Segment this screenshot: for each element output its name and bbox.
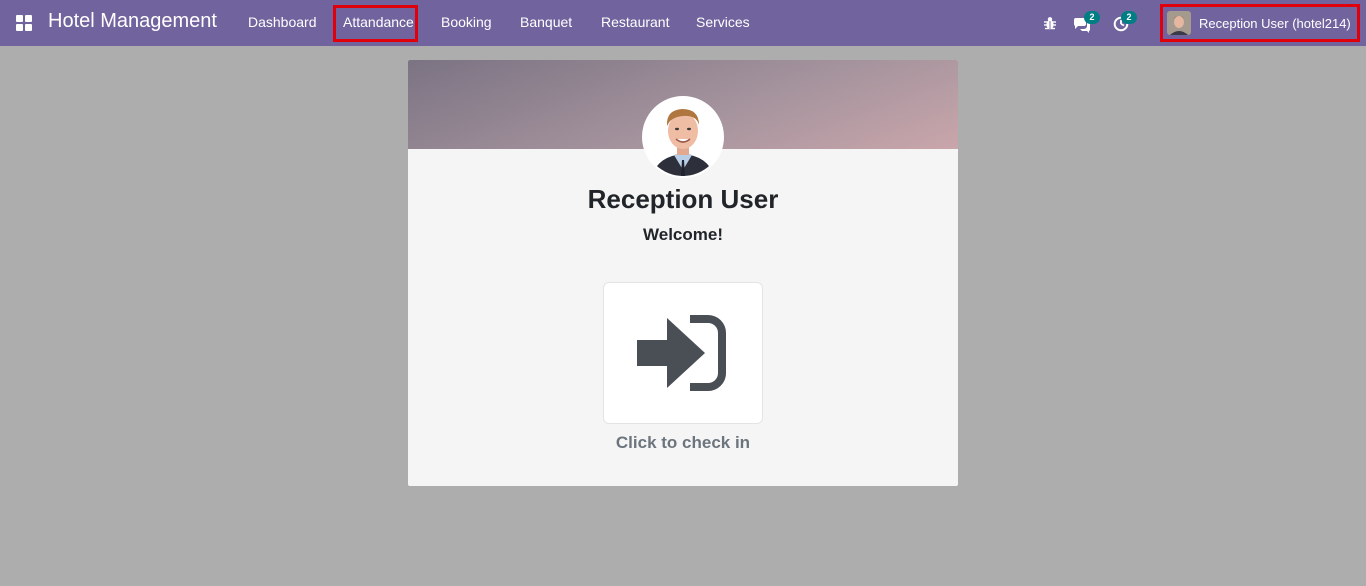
attendance-card: Reception User Welcome! Click to check i… bbox=[408, 60, 958, 486]
messages-badge: 2 bbox=[1084, 11, 1100, 24]
user-menu[interactable]: Reception User (hotel214) bbox=[1167, 9, 1351, 37]
user-avatar bbox=[1167, 11, 1191, 35]
user-name-label: Reception User (hotel214) bbox=[1199, 15, 1351, 31]
menu-attendance[interactable]: Attandance bbox=[343, 14, 414, 30]
check-in-label: Click to check in bbox=[615, 433, 751, 452]
welcome-message: Welcome! bbox=[643, 225, 723, 244]
top-navbar: Hotel Management Dashboard Attandance Bo… bbox=[0, 0, 1366, 46]
sign-in-icon bbox=[637, 315, 726, 391]
activities-badge: 2 bbox=[1121, 11, 1137, 24]
employee-name: Reception User bbox=[587, 184, 779, 214]
menu-booking[interactable]: Booking bbox=[441, 14, 492, 30]
app-title[interactable]: Hotel Management bbox=[48, 10, 217, 33]
menu-dashboard[interactable]: Dashboard bbox=[248, 14, 317, 30]
bug-icon[interactable] bbox=[1041, 14, 1059, 32]
menu-services[interactable]: Services bbox=[696, 14, 750, 30]
apps-grid-icon[interactable] bbox=[16, 15, 32, 31]
check-in-button[interactable] bbox=[603, 282, 763, 424]
employee-photo bbox=[642, 96, 724, 178]
menu-restaurant[interactable]: Restaurant bbox=[601, 14, 669, 30]
menu-banquet[interactable]: Banquet bbox=[520, 14, 572, 30]
